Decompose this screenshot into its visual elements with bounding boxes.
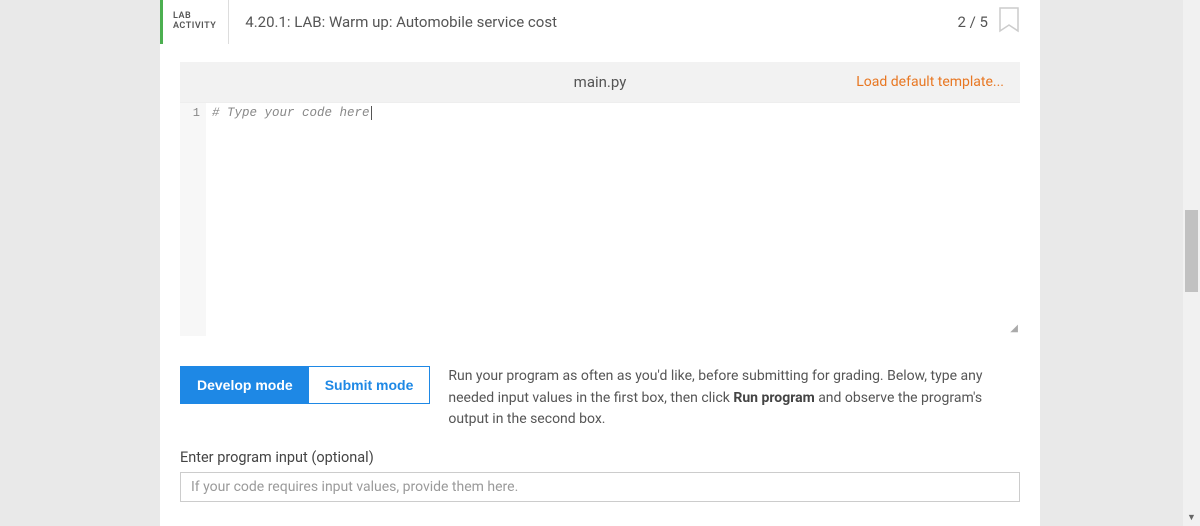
score-display: 2 / 5 — [958, 0, 999, 44]
activity-header: LAB ACTIVITY 4.20.1: LAB: Warm up: Autom… — [160, 0, 1040, 44]
page-scrollbar-track[interactable]: ▼ — [1183, 0, 1200, 526]
code-editor-content[interactable]: # Type your code here — [206, 103, 1020, 336]
develop-mode-button[interactable]: Develop mode — [181, 367, 309, 403]
page-scrollbar-thumb[interactable] — [1185, 210, 1198, 292]
instructions-bold: Run program — [733, 390, 814, 406]
activity-title: 4.20.1: LAB: Warm up: Automobile service… — [229, 0, 957, 44]
code-comment: # Type your code here — [212, 106, 370, 120]
code-editor-card: main.py Load default template... 1 # Typ… — [180, 62, 1020, 336]
editor-toolbar: main.py Load default template... — [180, 62, 1020, 102]
lab-activity-panel: LAB ACTIVITY 4.20.1: LAB: Warm up: Autom… — [160, 0, 1040, 526]
load-default-template-link[interactable]: Load default template... — [856, 74, 1004, 90]
resize-handle-icon[interactable]: ◢ — [1010, 324, 1018, 334]
code-editor-area[interactable]: 1 # Type your code here ◢ — [180, 102, 1020, 336]
line-number-gutter: 1 — [180, 103, 206, 336]
activity-type-badge: LAB ACTIVITY — [163, 0, 229, 44]
filename-label: main.py — [574, 73, 627, 91]
bookmark-icon[interactable] — [998, 0, 1020, 44]
mode-and-instructions-row: Develop mode Submit mode Run your progra… — [180, 366, 1020, 431]
line-number: 1 — [180, 106, 200, 120]
submit-mode-button[interactable]: Submit mode — [309, 367, 430, 403]
program-input-label: Enter program input (optional) — [180, 449, 1020, 466]
scrollbar-down-arrow-icon[interactable]: ▼ — [1183, 509, 1200, 526]
instructions-text: Run your program as often as you'd like,… — [448, 366, 1020, 431]
program-input-section: Enter program input (optional) — [180, 449, 1020, 502]
mode-toggle-group: Develop mode Submit mode — [180, 366, 430, 404]
badge-line-2: ACTIVITY — [173, 22, 216, 32]
text-cursor — [371, 106, 372, 120]
program-input-field[interactable] — [180, 472, 1020, 502]
